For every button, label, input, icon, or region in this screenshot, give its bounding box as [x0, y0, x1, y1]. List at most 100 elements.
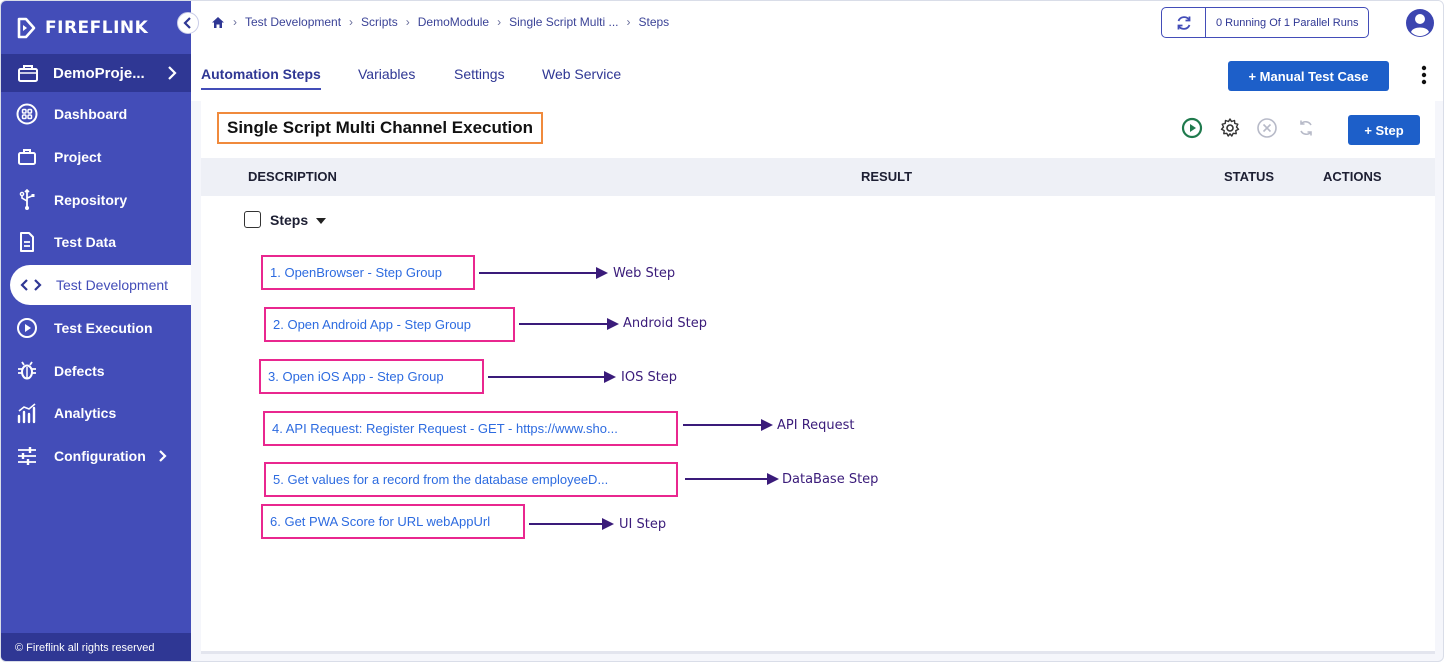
code-icon [20, 279, 42, 291]
tab-settings[interactable]: Settings [454, 66, 505, 82]
parallel-runs-label: 0 Running Of 1 Parallel Runs [1216, 16, 1359, 29]
steps-group-header: Steps [244, 211, 327, 228]
column-result: RESULT [861, 169, 913, 184]
annotation-arrow [479, 267, 608, 279]
annotation-arrow [519, 318, 619, 330]
add-step-button[interactable]: + Step [1348, 115, 1420, 145]
tab-automation-steps[interactable]: Automation Steps [201, 66, 321, 90]
sidebar-item-test-data[interactable]: Test Data [1, 223, 191, 261]
parallel-runs-indicator: 0 Running Of 1 Parallel Runs [1161, 7, 1370, 38]
annotation-arrow [529, 518, 614, 530]
breadcrumb-module[interactable]: DemoModule [418, 15, 489, 29]
sidebar-item-test-development[interactable]: Test Development [10, 265, 191, 305]
step-1[interactable]: 1. OpenBrowser - Step Group [261, 255, 475, 290]
select-all-checkbox[interactable] [244, 211, 261, 228]
run-script-icon[interactable] [1181, 117, 1203, 139]
analytics-icon [17, 403, 36, 424]
annotation-android-step: Android Step [623, 316, 707, 331]
manual-test-case-button[interactable]: + Manual Test Case [1228, 61, 1389, 91]
sidebar-item-analytics[interactable]: Analytics [1, 394, 191, 432]
annotation-ios-step: IOS Step [621, 370, 678, 385]
breadcrumb: › Test Development › Scripts › DemoModul… [211, 15, 669, 29]
play-circle-icon [17, 318, 37, 338]
sidebar-item-label: Configuration [54, 448, 146, 464]
sidebar-item-label: Test Execution [54, 320, 153, 336]
column-actions: ACTIONS [1323, 169, 1382, 184]
sidebar-item-label: Repository [54, 192, 128, 208]
sidebar-item-project[interactable]: Project [1, 138, 191, 176]
step-2[interactable]: 2. Open Android App - Step Group [264, 307, 515, 342]
breadcrumb-scripts[interactable]: Scripts [361, 15, 398, 29]
annotation-ui-step: UI Step [619, 517, 667, 532]
refresh-icon [1177, 15, 1190, 30]
chevron-right-icon: › [349, 15, 354, 29]
step-5[interactable]: 5. Get values for a record from the data… [264, 462, 678, 497]
chevron-right-icon [158, 450, 167, 462]
chevron-right-icon: › [626, 15, 631, 29]
annotation-arrow [683, 419, 773, 431]
more-options-icon[interactable] [1421, 65, 1427, 85]
repository-icon [19, 189, 35, 210]
bug-icon [18, 361, 36, 380]
fireflink-logo[interactable]: FIREFLINK [15, 15, 148, 41]
cancel-circle-icon[interactable] [1256, 117, 1278, 139]
sidebar-item-label: Analytics [54, 405, 117, 421]
annotation-database-step: DataBase Step [782, 472, 879, 487]
home-icon[interactable] [211, 16, 225, 29]
refresh-runs-button[interactable] [1162, 8, 1206, 37]
annotation-api-request: API Request [777, 418, 855, 433]
sidebar-item-defects[interactable]: Defects [1, 352, 191, 390]
chevron-left-icon [183, 17, 191, 29]
annotation-arrow [488, 371, 616, 383]
breadcrumb-script[interactable]: Single Script Multi ... [509, 15, 618, 29]
sidebar-footer: © Fireflink all rights reserved [1, 633, 191, 661]
steps-panel: Single Script Multi Channel Execution + … [201, 101, 1435, 653]
annotation-arrow [685, 473, 779, 485]
app-window: FIREFLINK DemoProje... Dashboard Project… [0, 0, 1444, 662]
project-briefcase-icon [18, 65, 38, 82]
chevron-right-icon: › [497, 15, 502, 29]
step-4[interactable]: 4. API Request: Register Request - GET -… [263, 411, 678, 446]
briefcase-icon [18, 149, 36, 165]
sidebar-item-label: Defects [54, 363, 105, 379]
sidebar-item-dashboard[interactable]: Dashboard [1, 95, 191, 133]
tab-web-service[interactable]: Web Service [542, 66, 621, 82]
user-avatar-icon[interactable] [1405, 8, 1435, 38]
dashboard-icon [16, 103, 38, 125]
chevron-right-icon [168, 66, 177, 80]
chevron-right-icon: › [233, 15, 237, 29]
chevron-right-icon: › [405, 15, 410, 29]
step-3[interactable]: 3. Open iOS App - Step Group [259, 359, 484, 394]
sidebar-item-repository[interactable]: Repository [1, 181, 191, 219]
breadcrumb-steps: Steps [638, 15, 670, 29]
fireflink-logo-icon [17, 17, 36, 39]
sidebar-item-label: Test Data [54, 234, 116, 250]
steps-group-label: Steps [270, 211, 309, 228]
tab-bar: Automation Steps Variables Settings Web … [191, 47, 1443, 101]
sliders-icon [18, 447, 36, 465]
sidebar: FIREFLINK DemoProje... Dashboard Project… [1, 1, 191, 661]
sidebar-item-label: Dashboard [54, 106, 128, 122]
project-selector[interactable]: DemoProje... [1, 54, 191, 92]
horizontal-scrollbar[interactable] [201, 651, 1435, 654]
top-bar: › Test Development › Scripts › DemoModul… [191, 1, 1443, 47]
sidebar-item-configuration[interactable]: Configuration [1, 437, 191, 475]
sync-icon[interactable] [1295, 117, 1317, 139]
settings-gear-icon[interactable] [1219, 117, 1241, 139]
sidebar-item-label: Test Development [56, 277, 169, 293]
sidebar-item-test-execution[interactable]: Test Execution [1, 309, 191, 347]
caret-down-icon[interactable] [316, 217, 327, 224]
column-description: DESCRIPTION [248, 169, 337, 184]
annotation-web-step: Web Step [613, 266, 676, 281]
app-name: FIREFLINK [45, 18, 149, 38]
steps-table-header: DESCRIPTION RESULT STATUS ACTIONS [201, 158, 1435, 196]
script-title: Single Script Multi Channel Execution [217, 112, 544, 144]
step-6[interactable]: 6. Get PWA Score for URL webAppUrl [261, 504, 525, 539]
sidebar-item-label: Project [54, 149, 102, 165]
project-name: DemoProje... [53, 64, 145, 82]
collapse-sidebar-button[interactable] [177, 12, 199, 34]
column-status: STATUS [1224, 169, 1275, 184]
breadcrumb-test-development[interactable]: Test Development [245, 15, 341, 29]
document-icon [20, 232, 34, 252]
tab-variables[interactable]: Variables [358, 66, 415, 82]
